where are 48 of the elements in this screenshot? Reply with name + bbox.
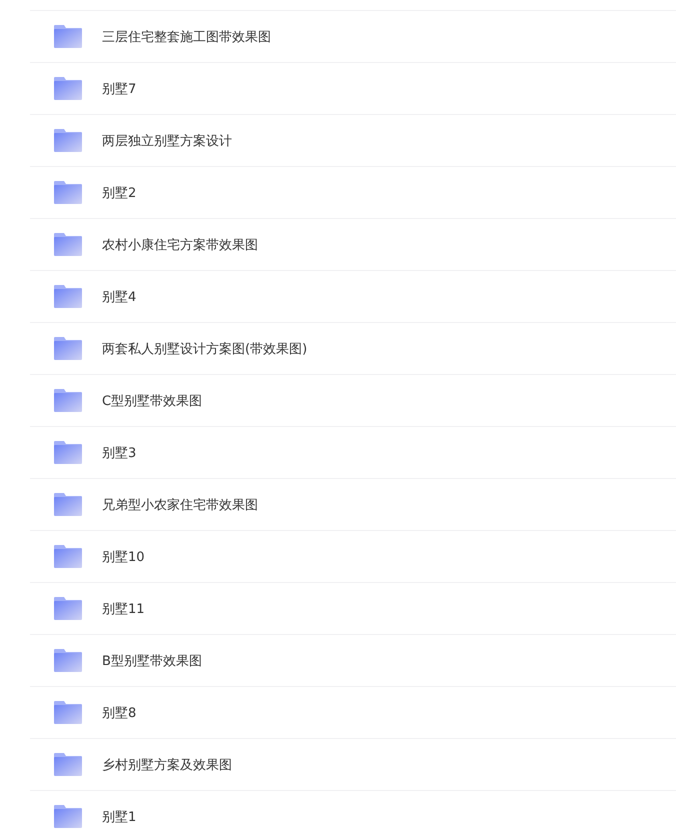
folder-name: 乡村别墅方案及效果图 [102, 756, 232, 774]
folder-name: 两套私人别墅设计方案图(带效果图) [102, 340, 308, 358]
folder-name: 别墅3 [102, 444, 136, 462]
folder-name: 三层住宅整套施工图带效果图 [102, 28, 271, 46]
folder-name: 别墅11 [102, 600, 145, 618]
folder-name: 兄弟型小农家住宅带效果图 [102, 496, 258, 514]
folder-name: 别墅10 [102, 548, 145, 566]
folder-name: C型别墅带效果图 [102, 392, 202, 410]
folder-name: 别墅8 [102, 704, 136, 722]
folder-row[interactable]: 乡村别墅方案及效果图 [30, 738, 676, 790]
folder-icon [54, 649, 82, 672]
folder-row[interactable]: 别墅3 [30, 426, 676, 478]
folder-row[interactable]: 别墅8 [30, 686, 676, 738]
folder-row[interactable]: 别墅11 [30, 582, 676, 634]
folder-row[interactable]: 农村小康住宅方案带效果图 [30, 218, 676, 270]
folder-icon [54, 233, 82, 256]
folder-icon [54, 753, 82, 776]
folder-row[interactable]: 兄弟型小农家住宅带效果图 [30, 478, 676, 530]
folder-row[interactable]: 别墅4 [30, 270, 676, 322]
folder-icon [54, 597, 82, 620]
folder-row[interactable]: C型别墅带效果图 [30, 374, 676, 426]
folder-icon [54, 285, 82, 308]
folder-row[interactable]: B型别墅带效果图 [30, 634, 676, 686]
folder-icon [54, 337, 82, 360]
folder-row[interactable]: 两套私人别墅设计方案图(带效果图) [30, 322, 676, 374]
folder-icon [54, 77, 82, 100]
folder-name: B型别墅带效果图 [102, 652, 202, 670]
folder-icon [54, 25, 82, 48]
folder-name: 农村小康住宅方案带效果图 [102, 236, 258, 254]
folder-icon [54, 701, 82, 724]
folder-icon [54, 805, 82, 828]
folder-icon [54, 389, 82, 412]
folder-row[interactable]: 别墅2 [30, 166, 676, 218]
folder-name: 别墅1 [102, 808, 136, 826]
folder-icon [54, 129, 82, 152]
folder-row[interactable]: 别墅10 [30, 530, 676, 582]
folder-icon [54, 181, 82, 204]
folder-row[interactable]: 三层住宅整套施工图带效果图 [30, 10, 676, 62]
folder-icon [54, 545, 82, 568]
folder-row[interactable]: 两层独立别墅方案设计 [30, 114, 676, 166]
folder-name: 两层独立别墅方案设计 [102, 132, 232, 150]
folder-name: 别墅4 [102, 288, 136, 306]
folder-icon [54, 441, 82, 464]
folder-name: 别墅2 [102, 184, 136, 202]
folder-name: 别墅7 [102, 80, 136, 98]
folder-row[interactable]: 别墅7 [30, 62, 676, 114]
folder-row[interactable]: 别墅1 [30, 790, 676, 840]
folder-icon [54, 493, 82, 516]
